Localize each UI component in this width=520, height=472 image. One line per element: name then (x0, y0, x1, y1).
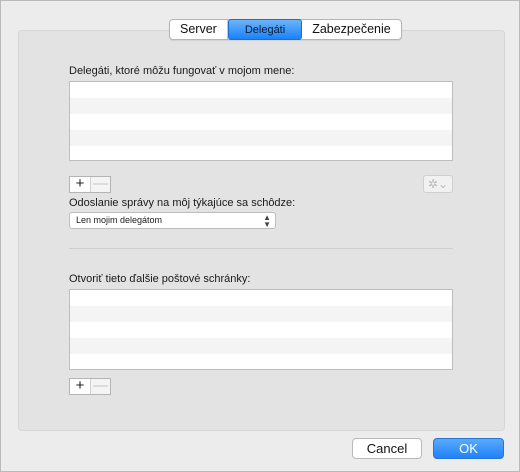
cancel-button[interactable]: Cancel (352, 438, 422, 459)
list-row (70, 290, 452, 306)
section-divider (69, 248, 453, 249)
tab-server[interactable]: Server (170, 20, 228, 39)
delegates-label: Delegáti, ktoré môžu fungovať v mojom me… (69, 65, 295, 77)
tab-delegates[interactable]: Delegáti (227, 19, 303, 40)
mailboxes-add-remove: + — (69, 378, 111, 395)
add-delegate-button[interactable]: + (70, 176, 90, 192)
list-row (70, 146, 452, 160)
list-row (70, 338, 452, 354)
gear-icon[interactable]: ✲⌄ (423, 175, 453, 193)
remove-delegate-button[interactable]: — (90, 176, 110, 192)
updown-arrows-icon: ▲ ▼ (263, 213, 271, 229)
meeting-messages-select[interactable]: Len mojim delegátom ▲ ▼ (69, 212, 276, 229)
ok-button[interactable]: OK (433, 438, 504, 459)
list-row (70, 114, 452, 130)
dialog-window: Server Delegáti Zabezpečenie Delegáti, k… (0, 0, 520, 472)
list-row (70, 322, 452, 338)
select-value: Len mojim delegátom (76, 215, 163, 225)
tab-security[interactable]: Zabezpečenie (302, 20, 401, 39)
remove-mailbox-button[interactable]: — (90, 378, 110, 394)
list-row (70, 354, 452, 369)
tab-bar: Server Delegáti Zabezpečenie (169, 19, 402, 40)
delegates-add-remove: + — (69, 176, 111, 193)
add-mailbox-button[interactable]: + (70, 378, 90, 394)
list-row (70, 130, 452, 146)
list-row (70, 306, 452, 322)
send-messages-label: Odoslanie správy na môj týkajúce sa schô… (69, 197, 296, 209)
list-row (70, 82, 452, 98)
delegates-list[interactable] (69, 81, 453, 161)
mailboxes-list[interactable] (69, 289, 453, 370)
list-row (70, 98, 452, 114)
mailboxes-label: Otvoriť tieto ďalšie poštové schránky: (69, 273, 251, 285)
